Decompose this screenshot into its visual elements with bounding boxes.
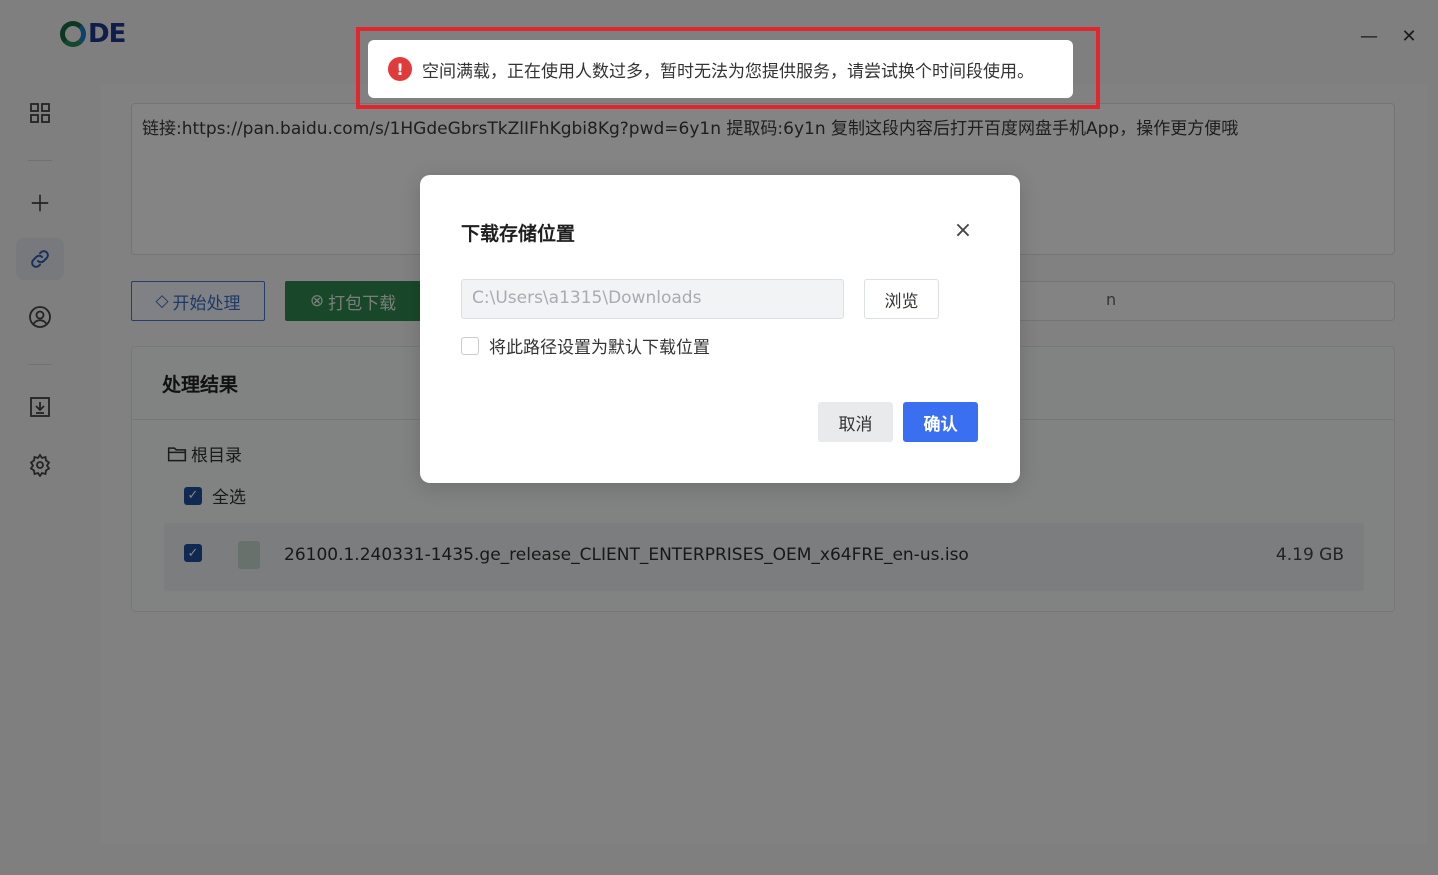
confirm-button[interactable]: 确认 (903, 402, 978, 442)
cancel-button[interactable]: 取消 (818, 402, 893, 442)
default-path-option[interactable]: 将此路径设置为默认下载位置 (461, 333, 710, 358)
error-icon: ! (388, 57, 412, 81)
dialog-title: 下载存储位置 (461, 223, 576, 245)
default-path-label: 将此路径设置为默认下载位置 (489, 338, 710, 358)
dialog-close-button[interactable]: × (950, 217, 976, 243)
default-path-checkbox[interactable] (461, 336, 479, 355)
download-path-input[interactable]: C:\Users\a1315\Downloads (461, 279, 844, 319)
browse-button[interactable]: 浏览 (864, 279, 939, 319)
app-window: DE — ✕ 链接:https://pan.baidu.com/s/1HGdeG… (0, 0, 1438, 875)
download-location-dialog: 下载存储位置 × C:\Users\a1315\Downloads 浏览 将此路… (420, 175, 1020, 483)
toast-message: 空间满载，正在使用人数过多，暂时无法为您提供服务，请尝试换个时间段使用。 (422, 61, 1034, 82)
error-toast: ! 空间满载，正在使用人数过多，暂时无法为您提供服务，请尝试换个时间段使用。 (368, 40, 1073, 98)
